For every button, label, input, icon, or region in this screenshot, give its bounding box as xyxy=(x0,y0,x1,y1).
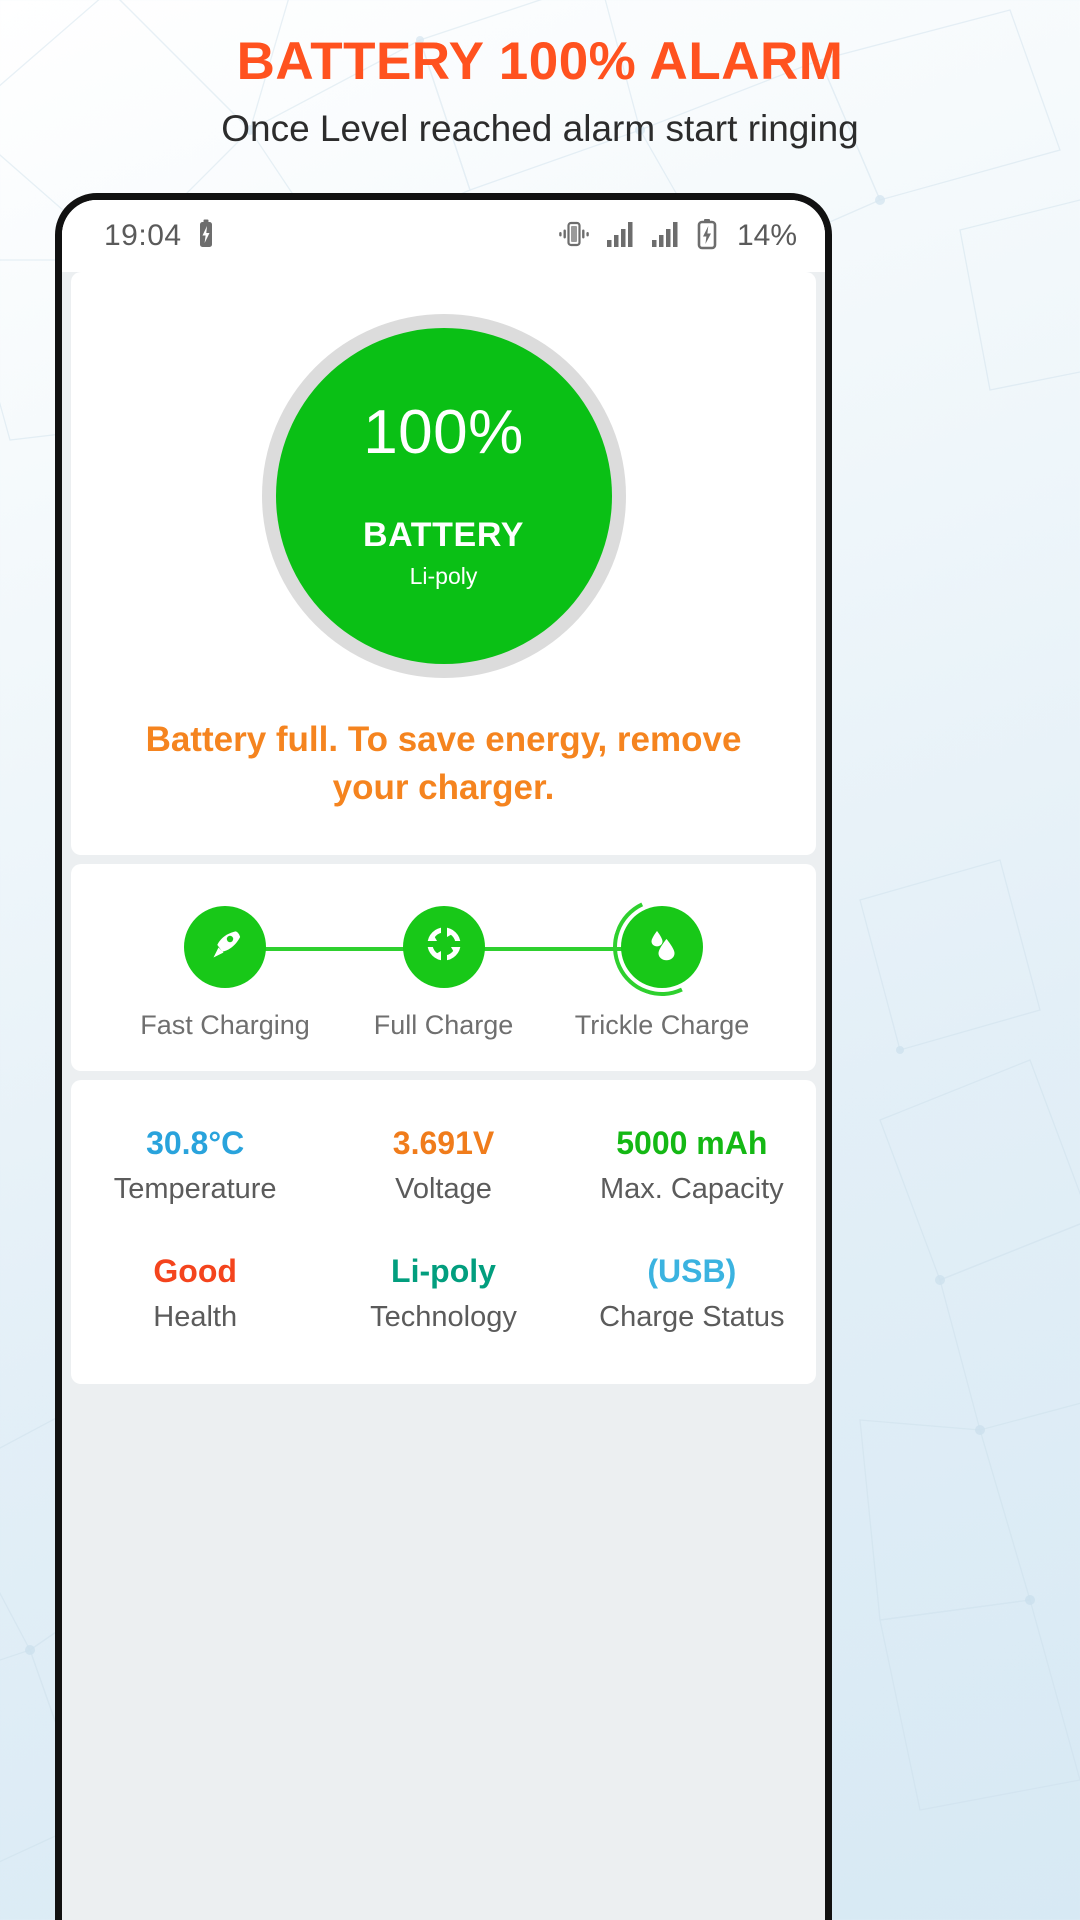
stage-label: Full Charge xyxy=(373,1009,514,1040)
signal-bars-icon xyxy=(606,220,636,253)
battery-bolt-icon xyxy=(696,218,718,255)
stat-health: Good Health xyxy=(71,1252,319,1334)
app-content: 100% BATTERY Li-poly Battery full. To sa… xyxy=(62,272,825,1920)
stage-trickle-charge[interactable]: Trickle Charge xyxy=(575,905,749,1041)
battery-card: 100% BATTERY Li-poly Battery full. To sa… xyxy=(71,272,816,855)
battery-gauge-technology: Li-poly xyxy=(409,563,478,589)
charging-stages-card: Fast Charging Full Charge Trickle Charge xyxy=(71,863,816,1071)
stat-voltage: 3.691V Voltage xyxy=(319,1124,567,1206)
phone-screen: 19:04 14% 100% BATTERY Li-poly Battery f… xyxy=(62,200,825,1920)
refresh-circle-icon xyxy=(421,921,467,972)
status-time: 19:04 xyxy=(104,219,182,252)
stat-label: Voltage xyxy=(395,1172,492,1205)
stat-label: Technology xyxy=(370,1300,517,1333)
stage-fast-charging[interactable]: Fast Charging xyxy=(140,905,310,1041)
page-subtitle: Once Level reached alarm start ringing xyxy=(221,107,859,149)
stat-value: 5000 mAh xyxy=(616,1124,768,1161)
stat-label: Max. Capacity xyxy=(599,1172,784,1205)
stat-max-capacity: 5000 mAh Max. Capacity xyxy=(568,1124,816,1206)
stat-label: Temperature xyxy=(113,1172,277,1205)
stat-value: Good xyxy=(153,1252,237,1289)
battery-gauge-label: BATTERY xyxy=(363,516,524,554)
status-bar-left: 19:04 xyxy=(104,219,216,254)
rocket-icon xyxy=(203,922,247,971)
water-drops-icon xyxy=(640,922,684,971)
stage-label: Fast Charging xyxy=(140,1009,310,1040)
stat-value: 3.691V xyxy=(392,1124,495,1161)
stat-temperature: 30.8°C Temperature xyxy=(71,1124,319,1206)
battery-full-message: Battery full. To save energy, remove you… xyxy=(145,720,742,808)
page-title: BATTERY 100% ALARM xyxy=(236,32,844,91)
stat-label: Charge Status xyxy=(599,1300,785,1333)
battery-percent-value: 100% xyxy=(363,398,524,467)
stats-row: 30.8°C Temperature 3.691V Voltage 5000 m… xyxy=(71,1124,816,1206)
battery-gauge-wrap: 100% BATTERY Li-poly xyxy=(71,314,816,678)
signal-bars-icon xyxy=(651,220,681,253)
stat-label: Health xyxy=(153,1300,238,1333)
stat-charge-status: (USB) Charge Status xyxy=(568,1252,816,1334)
battery-stats-card: 30.8°C Temperature 3.691V Voltage 5000 m… xyxy=(71,1079,816,1384)
vibrate-icon xyxy=(557,219,591,254)
stats-row: Good Health Li-poly Technology (USB) Cha… xyxy=(71,1252,816,1334)
stage-full-charge[interactable]: Full Charge xyxy=(368,905,520,1041)
stage-bubble xyxy=(402,905,485,988)
stage-label: Trickle Charge xyxy=(574,1009,750,1040)
battery-charging-icon xyxy=(196,219,216,254)
stat-value: (USB) xyxy=(647,1252,737,1289)
stage-bubble xyxy=(184,905,266,988)
status-bar-right: 14% xyxy=(557,218,797,255)
stat-value: 30.8°C xyxy=(146,1124,245,1161)
charging-stages: Fast Charging Full Charge Trickle Charge xyxy=(71,905,816,1041)
phone-mockup: 19:04 14% 100% BATTERY Li-poly Battery f… xyxy=(55,193,832,1920)
promo-header: BATTERY 100% ALARM Once Level reached al… xyxy=(0,0,1080,150)
status-battery-percent: 14% xyxy=(736,219,797,252)
status-bar: 19:04 14% xyxy=(62,200,825,272)
stat-value: Li-poly xyxy=(391,1252,496,1289)
battery-gauge-fill: 100% BATTERY Li-poly xyxy=(275,328,612,664)
stat-technology: Li-poly Technology xyxy=(319,1252,567,1334)
stage-bubble xyxy=(621,905,703,988)
battery-gauge: 100% BATTERY Li-poly xyxy=(261,314,626,678)
